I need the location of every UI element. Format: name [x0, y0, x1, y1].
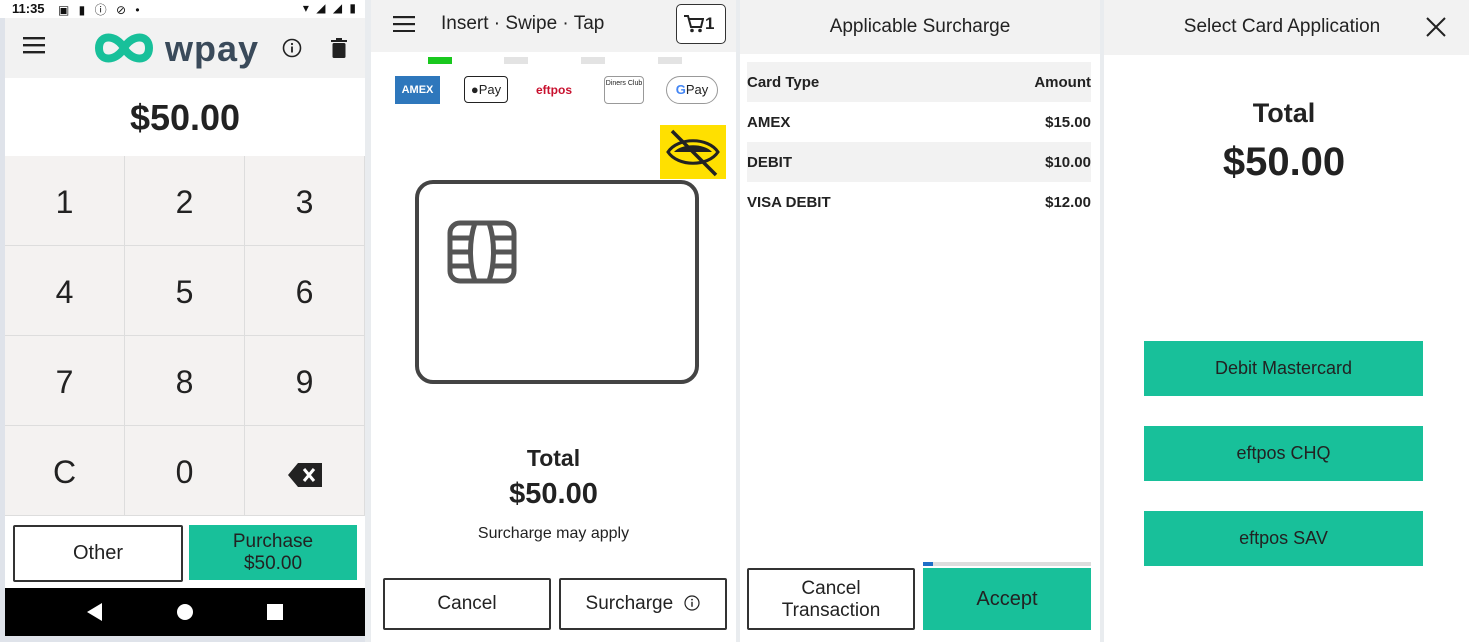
app-eftpos-chq-button[interactable]: eftpos CHQ [1144, 426, 1423, 481]
key-4[interactable]: 4 [5, 246, 125, 336]
total-amount: $50.00 [509, 478, 598, 510]
infinity-logo-icon [94, 33, 154, 63]
backspace-icon [287, 462, 322, 487]
status-bar: 11:35 ▣ ▮ ⓘ ⊘ • ▾ ◢ ◢ ▮ [0, 0, 370, 18]
menu-icon[interactable] [393, 16, 415, 32]
eftpos-logo: eftpos [536, 83, 572, 97]
progress-step [581, 57, 605, 64]
privacy-mode-button[interactable] [660, 125, 726, 179]
android-nav-bar [5, 588, 365, 636]
table-header: Card Type Amount [747, 62, 1091, 102]
header-card-type: Card Type [747, 74, 820, 91]
key-8[interactable]: 8 [125, 336, 245, 426]
surcharge-button[interactable]: Surcharge [559, 578, 727, 630]
card-type-cell: DEBIT [747, 154, 792, 171]
logo-text: wpay [165, 28, 260, 69]
screen-title: Select Card Application [1183, 16, 1381, 37]
bottom-actions: Other Purchase $50.00 [5, 516, 365, 588]
card-insert-graphic [415, 180, 699, 384]
home-icon[interactable] [176, 603, 194, 621]
key-9[interactable]: 9 [245, 336, 365, 426]
trash-icon[interactable] [331, 38, 347, 58]
header: Select Card Application [1104, 0, 1469, 55]
key-2[interactable]: 2 [125, 156, 245, 246]
accept-button[interactable]: Accept [923, 568, 1091, 630]
timer-progress-fill [923, 562, 934, 566]
notification-icons: ▣ ▮ ⓘ ⊘ • [58, 3, 143, 17]
header: Insert · Swipe · Tap 1 [371, 0, 736, 52]
apple-pay-text: Pay [478, 82, 502, 97]
surcharge-table: Card Type Amount AMEX $15.00 DEBIT $10.0… [747, 62, 1091, 222]
surcharge-screen: Applicable Surcharge Card Type Amount AM… [740, 0, 1100, 642]
key-6[interactable]: 6 [245, 246, 365, 336]
signal-battery-icons: ▾ ◢ ◢ ▮ [302, 1, 358, 15]
screen-title: Insert · Swipe · Tap [441, 13, 605, 34]
purchase-button[interactable]: Purchase $50.00 [189, 525, 357, 580]
eye-off-icon [666, 129, 720, 177]
google-g-icon: G [675, 82, 686, 97]
table-row: DEBIT $10.00 [747, 142, 1091, 182]
purchase-label: Purchase [232, 531, 314, 552]
cart-button[interactable]: 1 [676, 4, 726, 44]
key-clear[interactable]: C [5, 426, 125, 516]
menu-icon[interactable] [23, 36, 45, 54]
key-3[interactable]: 3 [245, 156, 365, 246]
app-bar: wpay [5, 18, 365, 78]
progress-step-active [428, 57, 452, 64]
amount-cell: $15.00 [1045, 114, 1091, 131]
back-icon[interactable] [87, 603, 103, 621]
timer-progress [923, 562, 1091, 566]
card-type-cell: VISA DEBIT [747, 194, 831, 211]
screen-title: Applicable Surcharge [740, 0, 1100, 54]
key-5[interactable]: 5 [125, 246, 245, 336]
info-icon [684, 595, 701, 611]
total-label: Total [526, 445, 581, 471]
table-row: AMEX $15.00 [747, 102, 1091, 142]
header-amount: Amount [1034, 74, 1091, 91]
other-button[interactable]: Other [13, 525, 183, 582]
amount-display: $50.00 [5, 78, 365, 156]
recents-icon[interactable] [267, 604, 283, 620]
app-debit-mastercard-button[interactable]: Debit Mastercard [1144, 341, 1423, 396]
wpay-logo: wpay [91, 26, 271, 70]
cancel-button[interactable]: Cancel [383, 578, 551, 630]
cancel-label-line1: Cancel [801, 578, 861, 599]
key-0[interactable]: 0 [125, 426, 245, 516]
app-eftpos-sav-button[interactable]: eftpos SAV [1144, 511, 1423, 566]
numeric-keypad: 1 2 3 4 5 6 7 8 9 C 0 [5, 156, 365, 516]
total-amount: $50.00 [1222, 140, 1346, 184]
chip-icon [447, 220, 517, 284]
total-label: Total [1252, 98, 1316, 128]
backspace-key[interactable] [245, 426, 365, 516]
key-7[interactable]: 7 [5, 336, 125, 426]
info-icon[interactable] [282, 38, 302, 58]
google-pay-logo: GPay [666, 76, 718, 104]
close-icon[interactable] [1426, 17, 1446, 37]
cart-icon [684, 15, 704, 33]
apple-pay-logo: ●Pay [464, 76, 508, 103]
cancel-label-line2: Transaction [781, 600, 881, 621]
amex-logo: AMEX [395, 76, 440, 104]
google-pay-text: Pay [685, 82, 709, 97]
cart-count: 1 [705, 14, 715, 33]
select-application-screen: Select Card Application Total $50.00 Deb… [1104, 0, 1469, 642]
apple-icon: ● [470, 82, 479, 97]
key-1[interactable]: 1 [5, 156, 125, 246]
table-row: VISA DEBIT $12.00 [747, 182, 1091, 222]
present-card-screen: Insert · Swipe · Tap 1 AMEX ●Pay eftpos … [371, 0, 736, 642]
progress-step [658, 57, 682, 64]
amount-cell: $10.00 [1045, 154, 1091, 171]
cancel-transaction-button[interactable]: Cancel Transaction [747, 568, 915, 630]
purchase-amount: $50.00 [243, 553, 303, 574]
progress-step [504, 57, 528, 64]
card-type-cell: AMEX [747, 114, 791, 131]
status-time: 11:35 [12, 1, 45, 16]
amount-cell: $12.00 [1045, 194, 1091, 211]
keypad-screen: 11:35 ▣ ▮ ⓘ ⊘ • ▾ ◢ ◢ ▮ wpay $50.00 1 2 … [0, 0, 370, 642]
surcharge-note: Surcharge may apply [477, 525, 630, 542]
diners-club-logo: Diners Club [604, 76, 644, 104]
surcharge-label: Surcharge [585, 593, 674, 614]
